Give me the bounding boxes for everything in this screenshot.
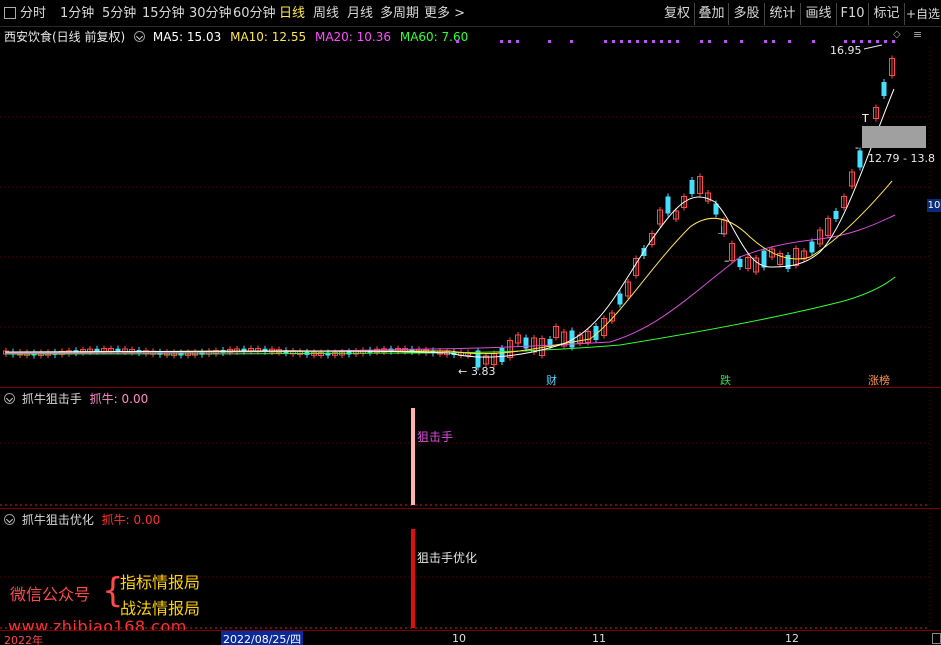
signal-dot <box>660 40 663 43</box>
ma60-line <box>4 276 896 355</box>
tab-minute-chart[interactable]: 分时 <box>4 3 46 25</box>
watermark-line1: 指标情报局 <box>120 573 201 592</box>
high-price-label: 16.95 <box>830 44 862 57</box>
tab-monthly[interactable]: 月线 <box>347 3 373 25</box>
axis-month-12: 12 <box>785 632 799 645</box>
signal-dot <box>772 40 775 43</box>
event-drop-label: 跌 <box>720 373 731 387</box>
signal-dot <box>812 40 815 43</box>
marker-dash-icon: - <box>855 141 859 154</box>
price-range-label: 12.79 - 13.8 <box>868 152 935 165</box>
signal-dot <box>500 40 503 43</box>
watermark-wechat: 微信公众号 <box>10 585 91 604</box>
tab-5min[interactable]: 5分钟 <box>102 3 136 25</box>
signal-dot <box>508 40 511 43</box>
main-grid <box>0 47 931 387</box>
signal-dot <box>844 40 847 43</box>
axis-month-10: 10 <box>452 632 466 645</box>
marker-t-icon: T <box>861 112 869 125</box>
signal-dot <box>570 40 573 43</box>
sub1-signal-text: 狙击手 <box>417 430 453 444</box>
sub2-signal-text: 狙击手优化 <box>417 551 477 565</box>
menu-icon[interactable]: ≡ <box>913 28 922 41</box>
sub1-chart: 狙击手 <box>0 388 931 508</box>
candlesticks <box>3 55 895 371</box>
signal-dot <box>868 40 871 43</box>
signal-dot <box>516 40 519 43</box>
add-favorite-button[interactable]: +自选 <box>904 3 941 25</box>
date-axis[interactable]: 2022年 2022/08/25/四 10 11 12 <box>0 630 941 645</box>
tab-1min[interactable]: 1分钟 <box>60 3 94 25</box>
signal-dot <box>876 40 879 43</box>
restore-rights-button[interactable]: 复权 <box>660 3 694 25</box>
statistics-button[interactable]: 统计 <box>764 3 800 25</box>
signal-dot <box>788 40 791 43</box>
tab-minute-chart-label: 分时 <box>20 6 47 21</box>
tab-30min[interactable]: 30分钟 <box>189 3 232 25</box>
multi-stock-button[interactable]: 多股 <box>728 3 764 25</box>
signal-dot <box>668 40 671 43</box>
overlay-button[interactable]: 叠加 <box>694 3 728 25</box>
signal-dot <box>892 40 895 43</box>
signal-dot-row <box>456 40 895 43</box>
tab-more[interactable]: 更多 > <box>424 3 465 25</box>
tab-daily[interactable]: 日线 <box>279 3 305 25</box>
axis-year: 2022年 <box>4 634 43 645</box>
signal-dot <box>652 40 655 43</box>
mark-button[interactable]: 标记 <box>868 3 904 25</box>
signal-dot <box>884 40 887 43</box>
window-icon <box>4 7 16 19</box>
tab-weekly[interactable]: 周线 <box>313 3 339 25</box>
event-finance-label: 财 <box>546 373 557 387</box>
marker-dash2-icon: – <box>724 254 730 267</box>
draw-line-button[interactable]: 画线 <box>800 3 836 25</box>
sub-panel-sniper[interactable]: 抓牛狙击手 抓牛: 0.00 狙击手 <box>0 388 941 508</box>
main-kline-panel[interactable]: 西安饮食(日线 前复权) MA5: 15.03 MA10: 12.55 MA20… <box>0 27 941 387</box>
signal-dot <box>620 40 623 43</box>
right-price-tag: 10 <box>927 199 941 212</box>
sub-panel-sniper-optimized[interactable]: 抓牛狙击优化 抓牛: 0.00 狙击手优化 微信公众号 { 指标情报局 战法情报… <box>0 509 941 636</box>
ma20-line <box>4 214 896 354</box>
signal-dot <box>456 40 459 43</box>
signal-dot <box>628 40 631 43</box>
sub2-signal-bar <box>411 529 415 628</box>
signal-dot <box>740 40 743 43</box>
signal-dot <box>676 40 679 43</box>
signal-dot <box>604 40 607 43</box>
price-range-box <box>862 126 926 148</box>
tab-15min[interactable]: 15分钟 <box>142 3 185 25</box>
f10-button[interactable]: F10 <box>836 3 868 25</box>
sub1-signal-bar <box>411 408 415 505</box>
signal-dot <box>852 40 855 43</box>
low-arrow-icon: ← <box>458 365 467 378</box>
signal-dot <box>764 40 767 43</box>
high-arrow <box>863 44 883 50</box>
signal-dot <box>860 40 863 43</box>
tab-60min[interactable]: 60分钟 <box>233 3 276 25</box>
axis-month-11: 11 <box>592 632 606 645</box>
signal-dot <box>724 40 727 43</box>
diamond-icon[interactable]: ◇ <box>893 29 901 40</box>
signal-dot <box>700 40 703 43</box>
period-toolbar: 分时 1分钟 5分钟 15分钟 30分钟 60分钟 日线 周线 月线 多周期 更… <box>0 0 941 27</box>
event-rank-label: 涨榜 <box>868 373 890 387</box>
signal-dot <box>708 40 711 43</box>
kline-chart: 16.95 3.83 ← 12.79 - 13.8 T - 财 跌 涨榜 ⊥ – <box>0 40 935 387</box>
watermark-line2: 战法情报局 <box>120 599 201 618</box>
signal-dot <box>548 40 551 43</box>
tab-multi-period[interactable]: 多周期 <box>380 3 419 25</box>
signal-dot <box>644 40 647 43</box>
signal-dot <box>612 40 615 43</box>
axis-scroll-icon[interactable] <box>932 633 941 644</box>
signal-dot <box>636 40 639 43</box>
marker-down-icon: ⊥ <box>717 224 727 237</box>
ma5-line <box>4 88 895 358</box>
low-price-label: 3.83 <box>471 365 496 378</box>
axis-cursor-date: 2022/08/25/四 <box>221 631 304 645</box>
